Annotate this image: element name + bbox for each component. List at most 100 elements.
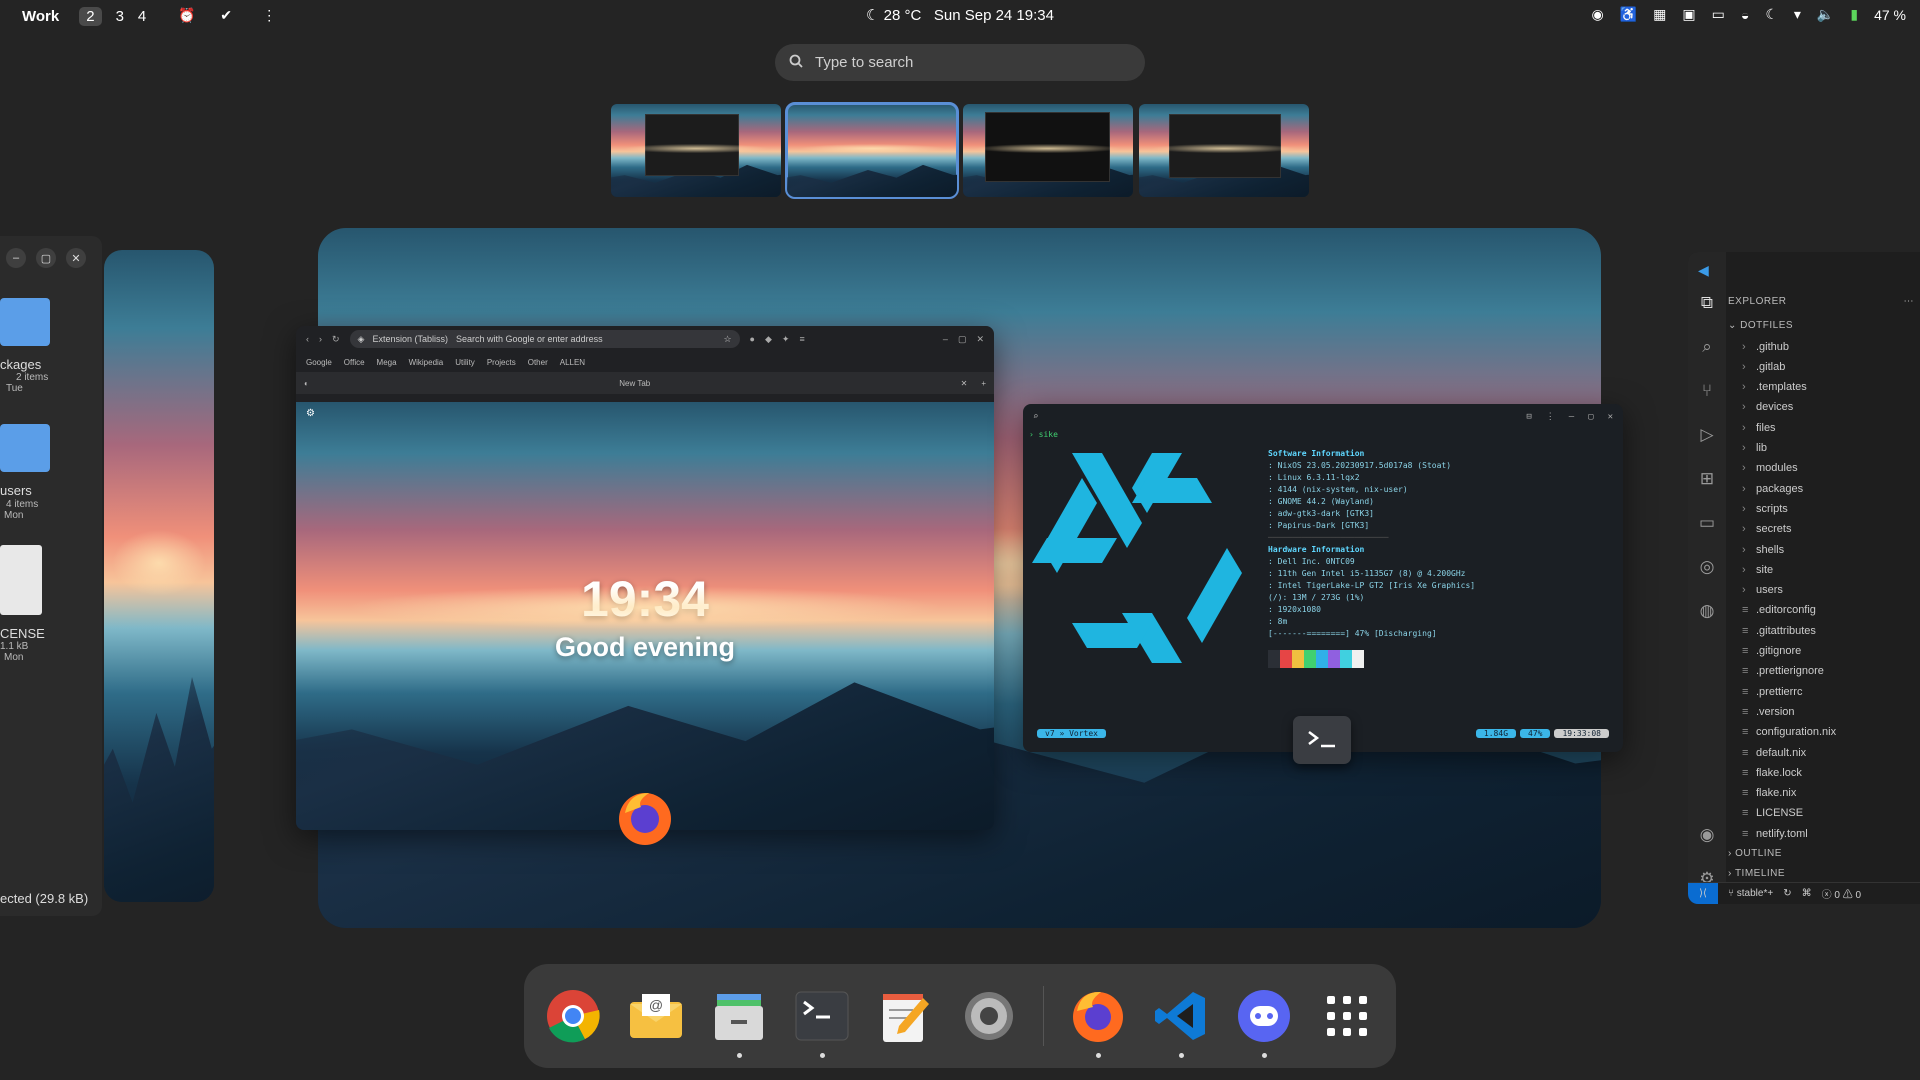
explorer-folder[interactable]: › packages [1728,479,1920,499]
workspace-indicator[interactable]: Work 2 3 4 ⏰ ✔ ⋮ [0,6,280,26]
search-icon[interactable]: ⌕ [1033,412,1038,422]
clock-label[interactable]: Sun Sep 24 19:34 [934,7,1054,24]
reload-icon[interactable]: ↻ [332,334,340,345]
text-editor-launcher[interactable] [876,986,934,1046]
search-icon[interactable]: ⌕ [1696,336,1718,358]
terminal-window[interactable]: ⌕ ⊟ ⋮ – ▢ ✕ › sike Software Information … [1023,404,1623,752]
layout-icon[interactable]: ▦ [1653,6,1666,23]
outline-section[interactable]: › OUTLINE [1728,844,1920,864]
explorer-file[interactable]: ≡ flake.lock [1728,763,1920,783]
explorer-file[interactable]: ≡ .version [1728,702,1920,722]
workspace-thumbnail-3[interactable] [963,104,1133,197]
file-item[interactable]: users 4 items Mon [0,424,102,521]
maximize-button[interactable]: ▢ [958,334,967,345]
bookmark-other[interactable]: Other [528,358,548,367]
remote-explorer-icon[interactable]: ▭ [1696,512,1718,534]
file-item[interactable]: ckages 2 items Tue [0,298,102,394]
workspace-2[interactable]: 2 [79,6,102,26]
file-item[interactable]: CENSE 1.1 kB Mon [0,544,102,663]
explorer-folder[interactable]: › scripts [1728,499,1920,519]
weather-temp[interactable]: 28 °C [884,7,922,24]
accessibility-icon[interactable]: ♿ [1620,6,1637,23]
bookmark-google[interactable]: Google [306,358,332,367]
workspace-4[interactable]: 4 [138,8,146,25]
mail-launcher[interactable]: @ [627,986,685,1046]
app-grid-button[interactable] [1318,986,1376,1046]
firefox-window[interactable]: ‹ › ↻ ◈ Extension (Tabliss) Search with … [296,326,994,830]
pin-icon[interactable]: ✦ [782,334,790,345]
explorer-file[interactable]: ≡ .prettierrc [1728,682,1920,702]
chrome-launcher[interactable] [544,986,602,1046]
previous-workspace-preview[interactable] [104,250,214,902]
volume-icon[interactable]: 🔈 [1817,6,1834,23]
firefox-launcher[interactable] [1069,986,1127,1058]
files-launcher[interactable] [710,986,768,1058]
star-icon[interactable]: ☆ [723,334,731,345]
close-button[interactable]: ✕ [1608,412,1613,422]
workspace-3[interactable]: 3 [116,8,124,25]
vscode-window[interactable]: ⧉ ⌕ ⑂ ▷ ⊞ ▭ ◎ ◍ ◉ ⚙ ◀ EXPLORER ⋯ ⌄ DOTFIL… [1688,252,1920,904]
workspace-thumbnail-4[interactable] [1139,104,1309,197]
minimize-button[interactable]: – [6,248,26,268]
explorer-folder[interactable]: › modules [1728,458,1920,478]
more-vertical-icon[interactable]: ⋮ [1546,412,1555,422]
explorer-file[interactable]: ≡ default.nix [1728,743,1920,763]
back-icon[interactable]: ‹ [306,334,309,344]
explorer-folder[interactable]: › .github [1728,337,1920,357]
explorer-file[interactable]: ≡ flake.nix [1728,783,1920,803]
bookmark-wikipedia[interactable]: Wikipedia [409,358,444,367]
settings-icon[interactable]: ⚙ [306,408,315,419]
explorer-file[interactable]: ≡ configuration.nix [1728,722,1920,742]
minimize-button[interactable]: – [943,334,948,344]
address-bar[interactable]: ◈ Extension (Tabliss) Search with Google… [349,330,740,348]
explorer-file[interactable]: ≡ LICENSE [1728,803,1920,823]
workspace-thumbnail-2[interactable] [785,102,959,199]
run-debug-icon[interactable]: ▷ [1696,424,1718,446]
menu-icon[interactable]: ≡ [799,334,804,344]
workspace-root[interactable]: ⌄ DOTFILES [1728,316,1920,336]
problems-count[interactable]: ⓧ 0 ⚠ 0 [1822,886,1861,901]
bookmark-mega[interactable]: Mega [377,358,397,367]
discord-launcher[interactable] [1235,986,1293,1058]
minimize-button[interactable]: – [1569,412,1574,422]
git-graph-icon[interactable]: ⌘ [1802,888,1812,899]
vscode-launcher[interactable] [1152,986,1210,1058]
files-window[interactable]: – ▢ ✕ ckages 2 items Tue users 4 items M… [0,236,102,916]
bookmark-utility[interactable]: Utility [455,358,475,367]
close-button[interactable]: ✕ [976,334,984,345]
github-icon[interactable]: ◍ [1696,600,1718,622]
maximize-button[interactable]: ▢ [1588,412,1593,422]
explorer-icon[interactable]: ⧉ [1696,292,1718,314]
clipboard-icon[interactable]: ▣ [1682,6,1695,23]
explorer-folder[interactable]: › .gitlab [1728,357,1920,377]
headset-icon[interactable]: ◒ [1741,7,1749,23]
source-control-icon[interactable]: ⑂ [1696,380,1718,402]
bookmark-projects[interactable]: Projects [487,358,516,367]
explorer-file[interactable]: ≡ .prettierignore [1728,661,1920,681]
check-icon[interactable]: ✔ [220,7,238,25]
maximize-button[interactable]: ▢ [36,248,56,268]
explorer-folder[interactable]: › lib [1728,438,1920,458]
explorer-folder[interactable]: › users [1728,580,1920,600]
battery-icon[interactable]: ▮ [1850,6,1858,23]
more-vertical-icon[interactable]: ⋮ [262,7,280,25]
sync-icon[interactable]: ↻ [1783,888,1791,899]
extension-icon[interactable]: ● [750,334,755,344]
remote-icon[interactable]: ⟩⟨ [1688,882,1718,904]
night-light-icon[interactable]: ☾ [1765,6,1778,23]
explorer-folder[interactable]: › secrets [1728,519,1920,539]
explorer-folder[interactable]: › .templates [1728,377,1920,397]
close-button[interactable]: ✕ [66,248,86,268]
settings-launcher[interactable] [960,986,1018,1046]
battery-label[interactable]: 47 % [1874,7,1906,23]
explorer-file[interactable]: ≡ netlify.toml [1728,824,1920,844]
extensions-icon[interactable]: ⊞ [1696,468,1718,490]
workspace-thumbnail-1[interactable] [611,104,781,197]
explorer-file[interactable]: ≡ .editorconfig [1728,600,1920,620]
wifi-icon[interactable]: ▾ [1794,6,1801,23]
system-tray[interactable]: ◉ ♿ ▦ ▣ ▭ ◒ ☾ ▾ 🔈 ▮ 47 % [1592,6,1907,23]
monitor-icon[interactable]: ▭ [1712,6,1725,23]
account-icon[interactable]: ◉ [1696,824,1718,846]
explorer-file[interactable]: ≡ .gitattributes [1728,621,1920,641]
bookmark-office[interactable]: Office [344,358,365,367]
